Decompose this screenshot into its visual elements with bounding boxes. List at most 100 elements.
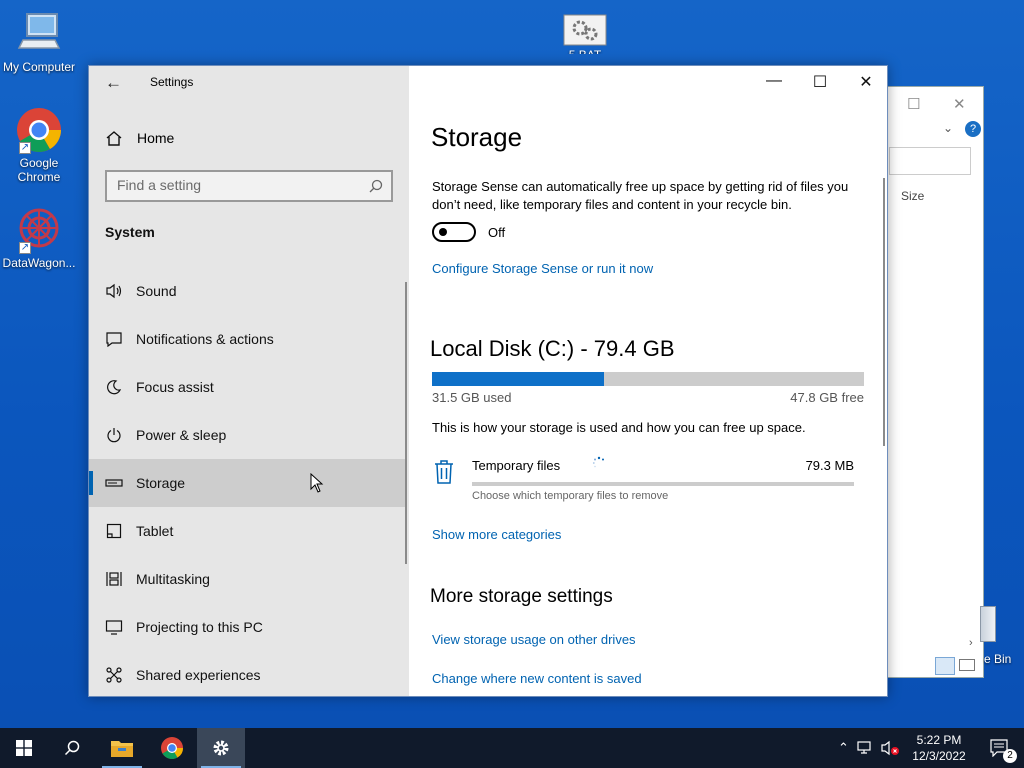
storage-sense-description: Storage Sense can automatically free up … xyxy=(432,179,849,212)
sidebar-item-projecting[interactable]: Projecting to this PC xyxy=(89,603,405,651)
storage-sense-toggle[interactable] xyxy=(432,222,476,242)
nav-home-label: Home xyxy=(137,130,175,146)
mouse-cursor-icon xyxy=(310,473,324,493)
scroll-right-icon[interactable]: › xyxy=(969,637,973,649)
clock-date: 12/3/2022 xyxy=(912,749,966,763)
sidebar-item-sound[interactable]: Sound xyxy=(89,267,405,315)
home-icon xyxy=(106,131,122,146)
category-temporary-files[interactable]: Temporary files 79.3 MB Choose which tem… xyxy=(432,456,862,506)
category-name: Temporary files xyxy=(472,458,561,473)
search-button[interactable] xyxy=(48,728,96,768)
system-tray: ⌃ xyxy=(838,728,901,768)
nav-home[interactable]: Home xyxy=(105,130,174,146)
gear-icon xyxy=(213,740,229,756)
taskbar-settings[interactable] xyxy=(197,728,245,768)
chrome-icon: ↗ xyxy=(15,106,63,154)
search-placeholder: Find a setting xyxy=(117,177,202,193)
shortcut-arrow-icon: ↗ xyxy=(19,142,31,154)
show-more-categories-link[interactable]: Show more categories xyxy=(432,527,561,542)
settings-sidebar: ← Settings Home Find a setting System So… xyxy=(89,66,409,696)
sidebar-item-shared-experiences[interactable]: Shared experiences xyxy=(89,651,405,699)
desktop-icon-label: DataWagon... xyxy=(2,256,76,270)
taskbar: ⌃ 5:22 PM 12/3/2022 2 xyxy=(0,728,1024,768)
sidebar-item-label: Sound xyxy=(136,283,177,299)
sidebar-item-power-sleep[interactable]: Power & sleep xyxy=(89,411,405,459)
view-other-drives-link[interactable]: View storage usage on other drives xyxy=(432,632,636,647)
taskbar-chrome[interactable] xyxy=(148,728,196,768)
close-icon[interactable]: ✕ xyxy=(953,95,966,113)
desktop-icon-label: My Computer xyxy=(2,60,76,74)
tiles-view-icon[interactable] xyxy=(959,659,975,671)
sidebar-scrollbar[interactable] xyxy=(405,282,407,564)
trash-icon xyxy=(435,460,453,484)
show-hidden-icons-button[interactable]: ⌃ xyxy=(838,740,849,756)
close-button[interactable]: ✕ xyxy=(843,72,889,92)
back-arrow-icon[interactable]: ← xyxy=(105,73,122,93)
help-icon[interactable]: ? xyxy=(965,121,981,137)
desktop-icon-google-chrome[interactable]: ↗ Google Chrome xyxy=(0,106,78,184)
sidebar-item-label: Tablet xyxy=(136,523,174,539)
speaker-icon xyxy=(105,282,123,300)
sidebar-item-label: Storage xyxy=(136,475,186,491)
clock-time: 5:22 PM xyxy=(916,733,962,747)
search-input[interactable]: Find a setting xyxy=(105,170,393,202)
section-title: System xyxy=(105,224,155,240)
sidebar-item-label: Power & sleep xyxy=(136,427,227,443)
view-switcher[interactable] xyxy=(935,657,979,675)
tablet-icon xyxy=(105,522,123,540)
notification-icon xyxy=(105,330,123,348)
minimize-button[interactable]: — xyxy=(751,72,797,92)
sidebar-item-storage[interactable]: Storage xyxy=(89,459,405,507)
settings-window[interactable]: ← Settings Home Find a setting System So… xyxy=(88,65,888,697)
configure-storage-sense-link[interactable]: Configure Storage Sense or run it now xyxy=(432,261,653,276)
gear-file-icon xyxy=(563,14,607,46)
sidebar-item-label: Notifications & actions xyxy=(136,331,274,347)
folder-icon xyxy=(111,741,133,757)
desktop-icon-my-computer[interactable]: My Computer xyxy=(0,10,78,74)
computer-icon xyxy=(15,10,63,58)
size-column-header[interactable]: Size xyxy=(901,189,924,203)
loading-spinner-icon xyxy=(592,456,604,468)
address-box[interactable] xyxy=(889,147,971,175)
maximize-button[interactable]: ☐ xyxy=(797,72,843,92)
datawagon-icon: ↗ xyxy=(15,206,63,254)
category-usage-bar xyxy=(472,482,854,486)
content-scrollbar[interactable] xyxy=(883,178,885,446)
volume-muted-icon[interactable] xyxy=(881,740,901,756)
usage-description: This is how your storage is used and how… xyxy=(432,420,806,435)
toggle-knob xyxy=(439,228,447,236)
background-explorer-window[interactable]: ☐ ✕ ⌄ ? Size › xyxy=(884,86,984,678)
sidebar-item-label: Multitasking xyxy=(136,571,210,587)
details-view-icon[interactable] xyxy=(935,657,955,675)
clock[interactable]: 5:22 PM 12/3/2022 xyxy=(906,732,972,764)
moon-icon xyxy=(105,378,123,396)
change-save-location-link[interactable]: Change where new content is saved xyxy=(432,671,642,686)
shortcut-arrow-icon: ↗ xyxy=(19,242,31,254)
category-description: Choose which temporary files to remove xyxy=(472,490,669,502)
chevron-down-icon[interactable]: ⌄ xyxy=(943,121,953,135)
sidebar-item-label: Shared experiences xyxy=(136,667,261,683)
sidebar-item-focus-assist[interactable]: Focus assist xyxy=(89,363,405,411)
category-size: 79.3 MB xyxy=(805,458,854,473)
storage-icon xyxy=(105,474,123,492)
sidebar-item-notifications[interactable]: Notifications & actions xyxy=(89,315,405,363)
disk-title: Local Disk (C:) - 79.4 GB xyxy=(430,336,675,361)
network-icon[interactable] xyxy=(857,740,875,756)
free-space-label: 47.8 GB free xyxy=(790,390,864,405)
maximize-icon[interactable]: ☐ xyxy=(907,95,920,113)
desktop-icon-label: 5 BAT xyxy=(546,48,624,54)
search-icon[interactable] xyxy=(369,179,383,193)
sidebar-item-multitasking[interactable]: Multitasking xyxy=(89,555,405,603)
sidebar-item-tablet[interactable]: Tablet xyxy=(89,507,405,555)
window-title: Settings xyxy=(150,75,194,89)
desktop-icon-datawagon[interactable]: ↗ DataWagon... xyxy=(0,206,78,270)
projector-icon xyxy=(105,618,123,636)
storage-page: — ☐ ✕ Storage Storage Sense can automati… xyxy=(409,66,887,696)
action-center-button[interactable]: 2 xyxy=(976,728,1024,768)
taskbar-file-explorer[interactable] xyxy=(98,728,146,768)
sidebar-item-label: Focus assist xyxy=(136,379,214,395)
recycle-bin-icon xyxy=(980,606,996,642)
start-button[interactable] xyxy=(0,728,48,768)
desktop-icon-bat-file[interactable]: 5 BAT xyxy=(546,14,624,54)
desktop-icon-label: Google Chrome xyxy=(17,156,61,184)
